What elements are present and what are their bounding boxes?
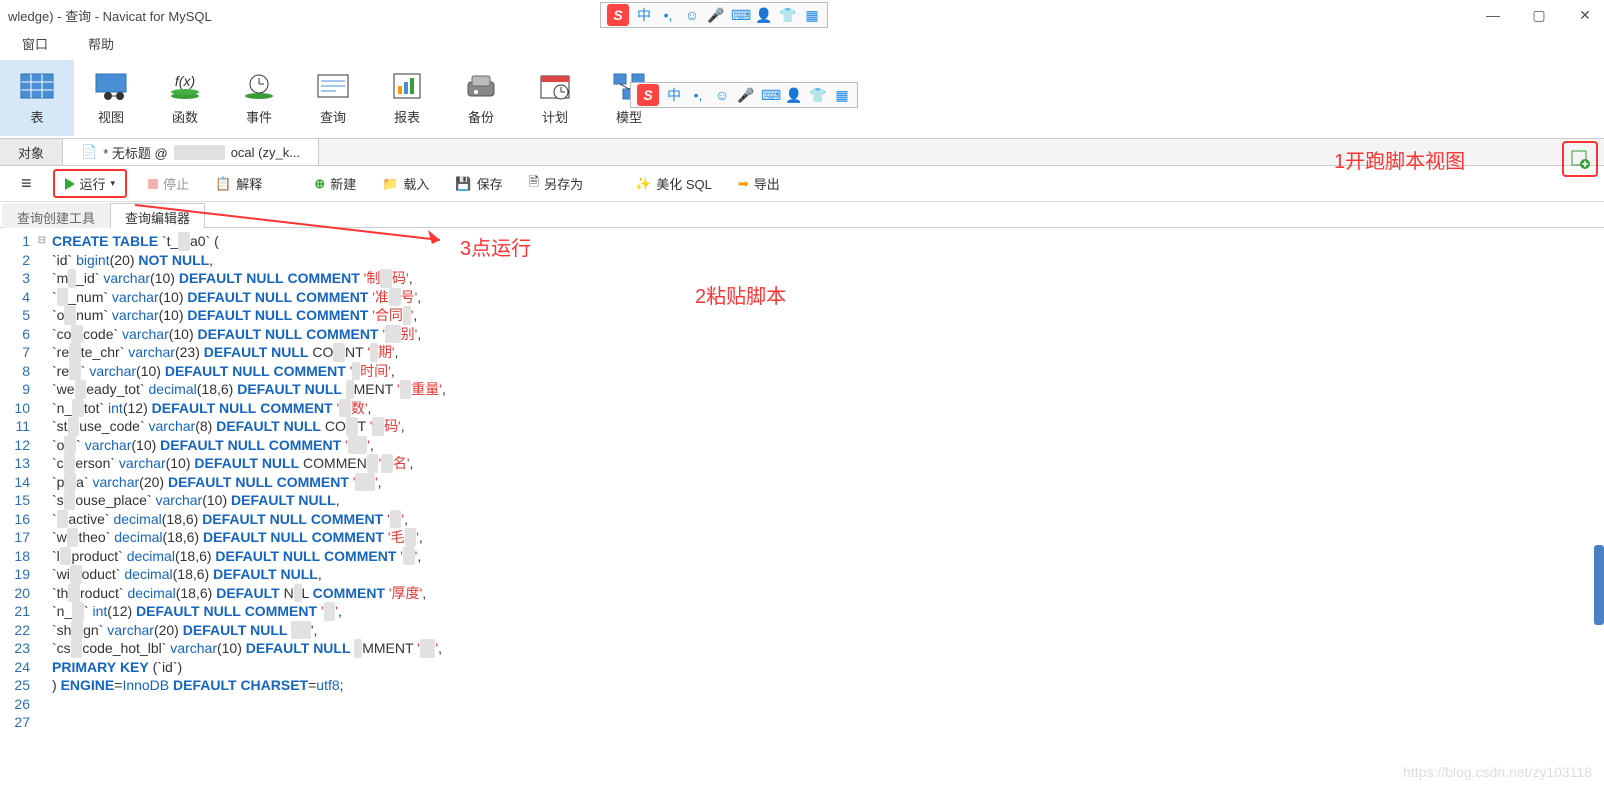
wand-icon: ✨ <box>635 176 651 192</box>
line-gutter: 1234567891011121314151617181920212223242… <box>0 228 36 732</box>
disk-icon: 💾 <box>455 176 471 192</box>
tab-query-builder[interactable]: 查询创建工具 <box>2 203 110 228</box>
stop-icon <box>148 179 158 189</box>
saveas-button[interactable]: 🗎另存为 <box>524 170 588 198</box>
export-icon: ➡ <box>738 176 749 192</box>
new-button[interactable]: ⊕新建 <box>309 171 361 196</box>
scrollbar-thumb[interactable] <box>1594 545 1604 625</box>
ribbon-view[interactable]: 视图 <box>74 60 148 136</box>
fold-column: ⊟ <box>36 228 48 732</box>
run-button[interactable]: 运行▾ <box>53 169 128 198</box>
watermark: https://blog.csdn.net/zy103118 <box>1403 764 1592 780</box>
minimize-button[interactable]: — <box>1482 4 1504 26</box>
close-button[interactable]: ✕ <box>1574 4 1596 26</box>
sogou-icon: S <box>607 4 629 26</box>
query-toolbar: ≡ 运行▾ 停止 📋解释 ⊕新建 📁载入 💾保存 🗎另存为 ✨美化 SQL ➡导… <box>0 166 1604 202</box>
sql-editor[interactable]: 1234567891011121314151617181920212223242… <box>0 228 1604 732</box>
query-icon <box>315 71 351 101</box>
menu-window[interactable]: 窗口 <box>22 34 48 53</box>
new-query-icon-button[interactable] <box>1562 141 1598 177</box>
table-icon <box>19 71 55 101</box>
report-icon <box>389 71 425 101</box>
view-icon <box>93 71 129 101</box>
stop-button[interactable]: 停止 <box>143 171 194 196</box>
code-area[interactable]: CREATE TABLE `t_ a0` ( `id` bigint(20) N… <box>48 228 446 732</box>
ribbon-query[interactable]: 查询 <box>296 60 370 136</box>
schedule-icon <box>537 71 573 101</box>
ribbon-report[interactable]: 报表 <box>370 60 444 136</box>
ime-toolbar-ribbon[interactable]: S 中 •, ☺ 🎤 ⌨ 👤 👕 ▦ <box>630 82 858 108</box>
ribbon-schedule[interactable]: 计划 <box>518 60 592 136</box>
export-button[interactable]: ➡导出 <box>733 171 785 196</box>
event-icon <box>241 71 277 101</box>
ribbon-event[interactable]: 事件 <box>222 60 296 136</box>
ime-toolbar-top[interactable]: S 中 •, ☺ 🎤 ⌨ 👤 👕 ▦ <box>600 2 828 28</box>
tab-query-editor[interactable]: 查询编辑器 <box>110 203 205 228</box>
plus-icon: ⊕ <box>314 176 325 192</box>
window-title: wledge) - 查询 - Navicat for MySQL <box>8 6 212 25</box>
folder-icon: 📁 <box>382 176 398 192</box>
explain-icon: 📋 <box>215 176 231 192</box>
menu-help[interactable]: 帮助 <box>88 34 114 53</box>
window-controls: — ▢ ✕ <box>1482 4 1596 26</box>
document-tabs: 对象 📄 * 无标题 @xxxxxxocal (zy_k... <box>0 138 1604 166</box>
saveas-icon: 🗎 <box>529 173 539 195</box>
backup-icon <box>463 71 499 101</box>
explain-button[interactable]: 📋解释 <box>210 171 267 196</box>
ribbon-backup[interactable]: 备份 <box>444 60 518 136</box>
tab-objects[interactable]: 对象 <box>0 139 63 165</box>
svg-text:f(x): f(x) <box>175 73 195 89</box>
play-icon <box>65 178 75 190</box>
toolbar-menu-button[interactable]: ≡ <box>16 170 37 197</box>
ribbon-table[interactable]: 表 <box>0 60 74 136</box>
beautify-button[interactable]: ✨美化 SQL <box>630 171 717 196</box>
sogou-icon: S <box>637 84 659 106</box>
menu-bar: 窗口 帮助 <box>0 30 1604 56</box>
save-button[interactable]: 💾保存 <box>450 171 507 196</box>
query-tab-icon: 📄 <box>81 144 97 160</box>
query-subtabs: 查询创建工具 查询编辑器 <box>0 202 1604 228</box>
maximize-button[interactable]: ▢ <box>1528 4 1550 26</box>
ribbon-function[interactable]: f(x) 函数 <box>148 60 222 136</box>
fx-icon: f(x) <box>167 71 203 101</box>
tab-query-untitled[interactable]: 📄 * 无标题 @xxxxxxocal (zy_k... <box>63 139 319 165</box>
load-button[interactable]: 📁载入 <box>377 171 434 196</box>
